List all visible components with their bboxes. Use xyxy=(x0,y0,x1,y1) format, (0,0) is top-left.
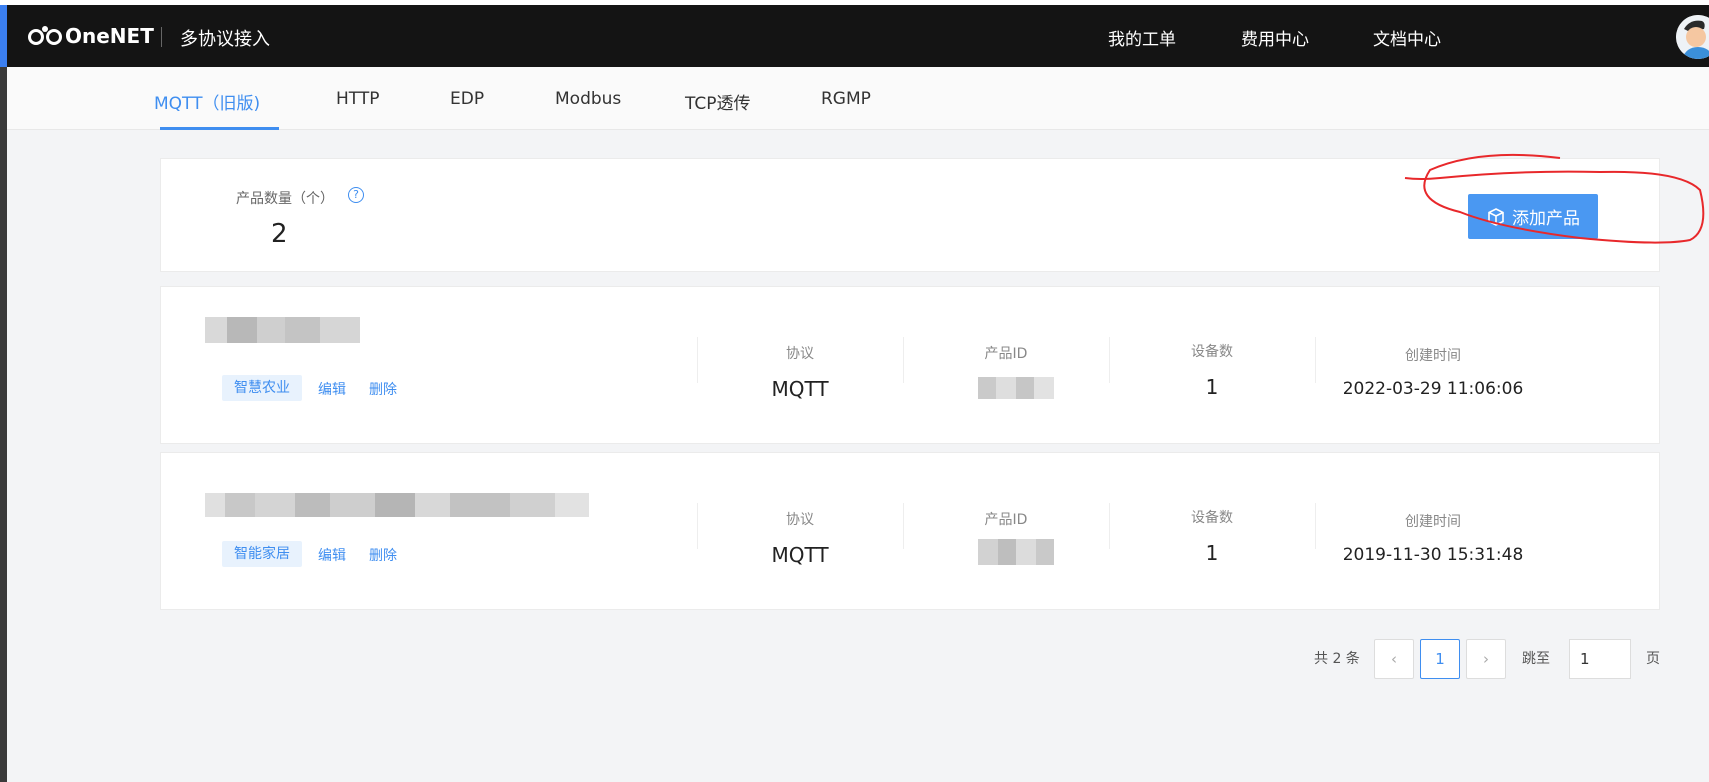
next-page-button[interactable]: › xyxy=(1466,639,1506,679)
tab-edp[interactable]: EDP xyxy=(450,89,484,109)
tab-modbus[interactable]: Modbus xyxy=(555,89,621,109)
product-row: 智能家居 编辑 删除 协议 MQTT 产品ID 设备数 1 创建时间 2019-… xyxy=(160,452,1660,610)
device-count-label: 设备数 xyxy=(1191,510,1233,526)
jump-to-label: 跳至 xyxy=(1522,651,1550,667)
top-header: OneNET 多协议接入 我的工单 费用中心 文档中心 xyxy=(7,5,1709,67)
product-summary-card: 产品数量（个） ? 2 添加产品 xyxy=(160,158,1660,272)
edit-link[interactable]: 编辑 xyxy=(318,379,346,399)
device-count-value: 1 xyxy=(1205,375,1219,399)
device-count-value: 1 xyxy=(1205,541,1219,565)
column-divider xyxy=(697,503,698,549)
device-count-column: 设备数 1 xyxy=(1112,507,1312,565)
created-time-label: 创建时间 xyxy=(1405,348,1461,364)
chevron-left-icon: ‹ xyxy=(1391,650,1397,668)
protocol-column: 协议 MQTT xyxy=(700,509,900,567)
product-count-value: 2 xyxy=(271,219,288,249)
industry-tag: 智慧农业 xyxy=(222,375,302,401)
created-time-column: 创建时间 2019-11-30 15:31:48 xyxy=(1318,511,1548,565)
column-divider xyxy=(1315,503,1316,549)
created-time-value: 2019-11-30 15:31:48 xyxy=(1342,545,1524,565)
tab-tcp-passthrough[interactable]: TCP透传 xyxy=(685,89,751,114)
created-time-column: 创建时间 2022-03-29 11:06:06 xyxy=(1318,345,1548,399)
protocol-value: MQTT xyxy=(771,543,829,567)
created-time-label: 创建时间 xyxy=(1405,514,1461,530)
left-edge-accent xyxy=(0,5,7,67)
tab-http[interactable]: HTTP xyxy=(336,89,380,109)
left-edge-bar xyxy=(0,5,7,782)
column-divider xyxy=(1109,337,1110,383)
product-row: 智慧农业 编辑 删除 协议 MQTT 产品ID 设备数 1 创建时间 2022-… xyxy=(160,286,1660,444)
column-divider xyxy=(903,337,904,383)
protocol-column: 协议 MQTT xyxy=(700,343,900,401)
user-avatar[interactable] xyxy=(1676,15,1709,59)
nav-billing-center[interactable]: 费用中心 xyxy=(1241,25,1309,50)
delete-link[interactable]: 删除 xyxy=(369,545,397,565)
nav-my-tickets[interactable]: 我的工单 xyxy=(1108,25,1176,50)
protocol-tabs: MQTT（旧版) HTTP EDP Modbus TCP透传 RGMP xyxy=(7,67,1709,130)
page-suffix-label: 页 xyxy=(1646,651,1660,667)
avatar-icon xyxy=(1676,15,1709,59)
protocol-value: MQTT xyxy=(771,377,829,401)
chevron-right-icon: › xyxy=(1483,650,1489,668)
onenet-logo-icon xyxy=(28,26,62,45)
device-count-column: 设备数 1 xyxy=(1112,341,1312,399)
page-title: 多协议接入 xyxy=(180,29,270,50)
pagination-total: 共 2 条 xyxy=(1314,651,1360,667)
product-id-column: 产品ID xyxy=(906,343,1106,399)
onenet-logo[interactable]: OneNET xyxy=(27,21,154,51)
protocol-label: 协议 xyxy=(786,512,814,528)
tab-rgmp[interactable]: RGMP xyxy=(821,89,871,109)
logo-text: OneNET xyxy=(65,24,154,48)
column-divider xyxy=(903,503,904,549)
tab-mqtt-legacy[interactable]: MQTT（旧版) xyxy=(154,89,260,114)
cube-icon xyxy=(1488,207,1504,226)
protocol-label: 协议 xyxy=(786,346,814,362)
active-tab-indicator xyxy=(160,127,279,130)
redacted-product-id xyxy=(978,377,1054,399)
product-id-column: 产品ID xyxy=(906,509,1106,565)
add-product-button[interactable]: 添加产品 xyxy=(1468,194,1598,239)
column-divider xyxy=(697,337,698,383)
delete-link[interactable]: 删除 xyxy=(369,379,397,399)
add-product-label: 添加产品 xyxy=(1512,209,1580,229)
product-id-label: 产品ID xyxy=(984,346,1028,362)
product-id-label: 产品ID xyxy=(984,512,1028,528)
help-icon[interactable]: ? xyxy=(348,187,364,203)
redacted-product-name xyxy=(205,493,589,517)
redacted-product-id xyxy=(978,539,1054,565)
prev-page-button[interactable]: ‹ xyxy=(1374,639,1414,679)
column-divider xyxy=(1315,337,1316,383)
column-divider xyxy=(1109,503,1110,549)
industry-tag: 智能家居 xyxy=(222,541,302,567)
created-time-value: 2022-03-29 11:06:06 xyxy=(1342,379,1524,399)
device-count-label: 设备数 xyxy=(1191,344,1233,360)
product-count-label: 产品数量（个） xyxy=(236,191,334,207)
header-divider xyxy=(161,27,162,47)
nav-docs-center[interactable]: 文档中心 xyxy=(1373,25,1441,50)
edit-link[interactable]: 编辑 xyxy=(318,545,346,565)
redacted-product-name xyxy=(205,317,360,343)
jump-page-input[interactable] xyxy=(1569,639,1631,679)
page-1-button[interactable]: 1 xyxy=(1420,639,1460,679)
